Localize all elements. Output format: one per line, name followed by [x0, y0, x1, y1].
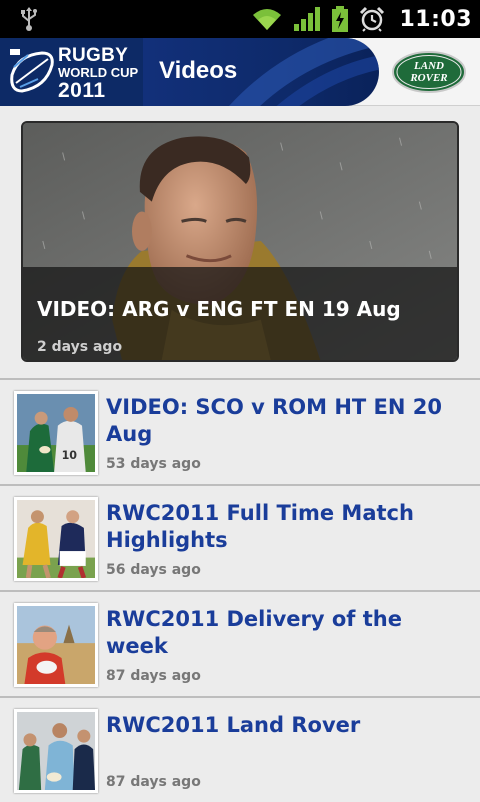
app-header: RUGBY WORLD CUP 2011 Videos LAND ROVER: [0, 38, 480, 106]
page-title: Videos: [159, 57, 238, 84]
video-title: RWC2011 Land Rover: [106, 713, 361, 737]
title-bar: Videos: [143, 38, 379, 106]
featured-video-title: VIDEO: ARG v ENG FT EN 19 Aug: [37, 297, 401, 321]
video-thumbnail: [14, 603, 98, 687]
video-thumbnail: 10: [14, 391, 98, 475]
land-rover-logo[interactable]: LAND ROVER: [392, 51, 466, 93]
video-title: VIDEO: SCO v ROM HT EN 20 Aug: [106, 395, 442, 446]
svg-text:10: 10: [62, 449, 78, 462]
video-title: RWC2011 Full Time Match Highlights: [106, 501, 414, 552]
video-thumbnail: [14, 709, 98, 793]
status-time: 11:03: [399, 6, 472, 32]
video-list: 10 VIDEO: SCO v ROM HT EN 20 Aug 53 days…: [0, 378, 480, 802]
logo-line-2: WORLD CUP: [58, 65, 139, 80]
featured-video-date: 2 days ago: [37, 339, 123, 355]
video-date: 87 days ago: [106, 668, 201, 684]
status-bar: 11:03: [0, 0, 480, 38]
video-date: 53 days ago: [106, 456, 201, 472]
video-list-item[interactable]: RWC2011 Land Rover 87 days ago: [0, 696, 480, 802]
video-list-item[interactable]: RWC2011 Delivery of the week 87 days ago: [0, 590, 480, 696]
video-title: RWC2011 Delivery of the week: [106, 607, 402, 658]
battery-charging-icon: [332, 6, 349, 32]
featured-video-card[interactable]: VIDEO: ARG v ENG FT EN 19 Aug 2 days ago: [21, 121, 459, 362]
video-list-item[interactable]: RWC2011 Full Time Match Highlights 56 da…: [0, 484, 480, 590]
rugby-ball-logo-icon: [8, 47, 58, 97]
usb-icon: [21, 7, 37, 31]
logo-line-3: 2011: [58, 79, 106, 102]
rwc-logo[interactable]: RUGBY WORLD CUP 2011: [0, 38, 143, 106]
featured-caption-overlay: VIDEO: ARG v ENG FT EN 19 Aug 2 days ago: [23, 267, 457, 360]
video-date: 87 days ago: [106, 774, 201, 790]
logo-line-1: RUGBY: [58, 45, 129, 66]
sponsor-line-2: ROVER: [409, 72, 447, 84]
video-date: 56 days ago: [106, 562, 201, 578]
alarm-icon: [360, 6, 385, 32]
signal-icon: [294, 7, 321, 31]
header-swoosh-decoration: [229, 38, 379, 106]
wifi-icon: [253, 9, 282, 30]
sponsor-line-1: LAND: [413, 60, 444, 72]
video-list-item[interactable]: 10 VIDEO: SCO v ROM HT EN 20 Aug 53 days…: [0, 378, 480, 484]
video-thumbnail: [14, 497, 98, 581]
